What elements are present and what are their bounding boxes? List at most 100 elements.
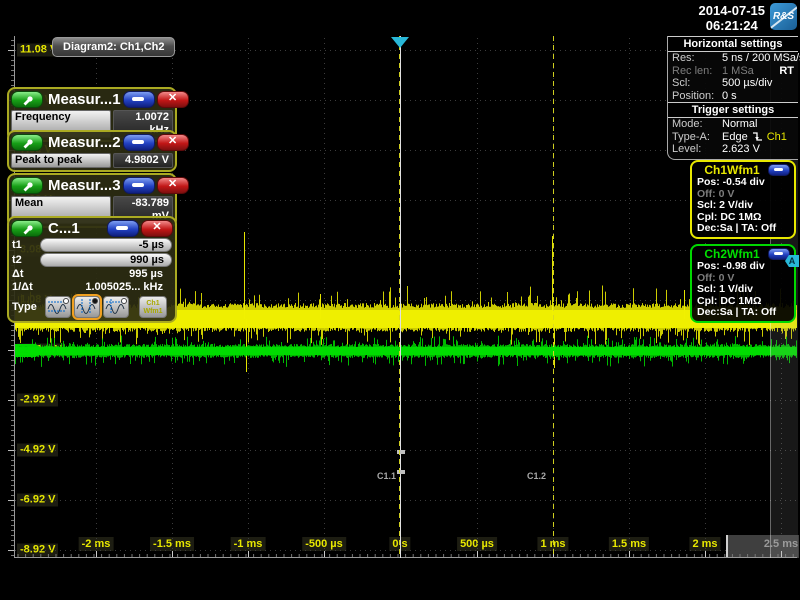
cursor1-line-label: C1.1 <box>377 471 396 481</box>
ch1-wfm-box: Ch1Wfm1 Pos: -0.54 div Off: 0 V Scl: 2 V… <box>690 160 796 239</box>
reclen-row: Rec len: 1 MSa RT <box>668 65 798 78</box>
minimize-button[interactable] <box>123 91 155 108</box>
radio-dot <box>121 298 127 304</box>
t1-label: t1 <box>12 239 40 251</box>
cursor-source-ch: Ch1 <box>140 300 166 308</box>
cursor-source-wfm: Wfm1 <box>140 308 166 316</box>
settings-wrench-button[interactable] <box>11 134 43 151</box>
trigger-level-row: Level: 2.623 V <box>668 143 798 156</box>
trigger-level-label: Level: <box>672 143 722 156</box>
x-axis-label: -1.5 ms <box>150 537 194 551</box>
reclen-value: 1 MSa <box>722 65 754 78</box>
minimize-button[interactable] <box>123 134 155 151</box>
trigger-type-row: Type-A: Edge Ch1 <box>668 131 798 144</box>
ch2-wfm-title[interactable]: Ch2Wfm1 <box>696 247 768 261</box>
cursor-title[interactable]: C...1 <box>45 220 105 237</box>
minimize-button[interactable] <box>107 220 139 237</box>
x-axis-label: -2 ms <box>79 537 114 551</box>
cursor1-line[interactable] <box>397 36 402 558</box>
dt-label: Δt <box>12 268 40 280</box>
rs-logo-text: R&S <box>773 11 794 22</box>
position-row: Position: 0 s <box>668 90 798 103</box>
ch2-scale: Scl: 1 V/div <box>692 284 794 296</box>
scl-row: Scl: 500 µs/div <box>668 77 798 90</box>
falling-edge-icon <box>752 131 763 142</box>
ch1-wfm-title[interactable]: Ch1Wfm1 <box>696 163 768 177</box>
scl-label: Scl: <box>672 77 722 90</box>
horizontal-settings-title[interactable]: Horizontal settings <box>668 36 798 52</box>
dt-value: 995 µs <box>40 268 172 280</box>
minimize-button[interactable] <box>768 248 790 260</box>
settings-wrench-button[interactable] <box>11 91 43 108</box>
measurement-title[interactable]: Measur...3 <box>45 177 121 194</box>
measurement-title[interactable]: Measur...1 <box>45 91 121 108</box>
t2-input[interactable]: 990 µs <box>40 253 172 267</box>
close-button[interactable]: ✕ <box>141 220 173 237</box>
close-button[interactable]: ✕ <box>157 134 189 151</box>
measurement-label: Peak to peak <box>11 153 111 168</box>
date: 2014-07-15 <box>699 3 766 18</box>
datetime: 2014-07-15 06:21:24 <box>699 3 766 33</box>
res-row: Res: 5 ns / 200 MSa/s <box>668 52 798 65</box>
minimize-button[interactable] <box>768 164 790 176</box>
y-axis-label: -8.92 V <box>17 544 58 557</box>
inv-dt-value: 1.005025... kHz <box>40 281 172 293</box>
trigger-mode-label: Mode: <box>672 118 722 131</box>
x-axis-label: 2 ms <box>689 537 720 551</box>
trigger-mode-row: Mode: Normal <box>668 118 798 131</box>
position-value: 0 s <box>722 90 737 103</box>
wrench-icon <box>21 180 33 192</box>
wrench-icon <box>21 137 33 149</box>
x-axis-label: -500 µs <box>302 537 346 551</box>
ch1-pos: Pos: -0.54 div <box>692 177 794 189</box>
ch1-decimation: Dec:Sa | TA: Off <box>692 223 794 235</box>
wrench-icon <box>21 223 33 235</box>
x-axis-label: 500 µs <box>457 537 497 551</box>
settings-wrench-button[interactable] <box>11 220 43 237</box>
measurement-title[interactable]: Measur...2 <box>45 134 121 151</box>
settings-wrench-button[interactable] <box>11 177 43 194</box>
close-button[interactable]: ✕ <box>157 91 189 108</box>
trigger-mode-value: Normal <box>722 118 757 131</box>
cursor2-line-label: C1.2 <box>527 471 546 481</box>
x-axis-label: -1 ms <box>231 537 266 551</box>
t2-label: t2 <box>12 254 40 266</box>
trigger-settings-title[interactable]: Trigger settings <box>668 102 798 118</box>
trigger-type-value: Edge <box>722 131 748 144</box>
diagram-tab[interactable]: Diagram2: Ch1,Ch2 <box>52 37 175 57</box>
position-label: Position: <box>672 90 722 103</box>
y-axis-label: -6.92 V <box>17 494 58 507</box>
time: 06:21:24 <box>699 18 766 33</box>
trigger-level-value: 2.623 V <box>722 143 760 156</box>
reclen-label: Rec len: <box>672 65 722 78</box>
minimize-button[interactable] <box>123 177 155 194</box>
y-axis-label: -2.92 V <box>17 394 58 407</box>
y-axis-label: -4.92 V <box>17 444 58 457</box>
cursor-type-label: Type <box>12 301 42 313</box>
x-axis-label: 1.5 ms <box>609 537 649 551</box>
inv-dt-label: 1/Δt <box>12 281 40 293</box>
rs-logo: R&S <box>770 3 797 30</box>
cursor-type-vertical-button[interactable] <box>74 296 100 318</box>
ch2-pos: Pos: -0.98 div <box>692 261 794 273</box>
cursor-type-horizontal-button[interactable] <box>45 296 71 318</box>
rt-badge: RT <box>779 65 794 78</box>
cursor2-line[interactable] <box>551 36 556 558</box>
cursor-type-both-button[interactable] <box>103 296 129 318</box>
ch1-scale: Scl: 2 V/div <box>692 200 794 212</box>
t1-input[interactable]: -5 µs <box>40 238 172 252</box>
scl-value: 500 µs/div <box>722 77 772 90</box>
ch2-wfm-box: Ch2Wfm1 Pos: -0.98 div Off: 0 V Scl: 1 V… <box>690 244 796 323</box>
res-label: Res: <box>672 52 722 65</box>
wrench-icon <box>21 94 33 106</box>
trigger-source-value: Ch1 <box>767 131 787 144</box>
radio-dot <box>63 298 69 304</box>
res-value: 5 ns / 200 MSa/s <box>722 52 800 65</box>
ch2-decimation: Dec:Sa | TA: Off <box>692 307 794 319</box>
close-button[interactable]: ✕ <box>157 177 189 194</box>
cursor-source-button[interactable]: Ch1 Wfm1 <box>139 296 167 318</box>
radio-dot <box>92 298 98 304</box>
trigger-type-label: Type-A: <box>672 131 722 144</box>
measurement-value: 4.9802 V <box>113 153 173 168</box>
settings-panel: Horizontal settings Res: 5 ns / 200 MSa/… <box>667 36 798 160</box>
